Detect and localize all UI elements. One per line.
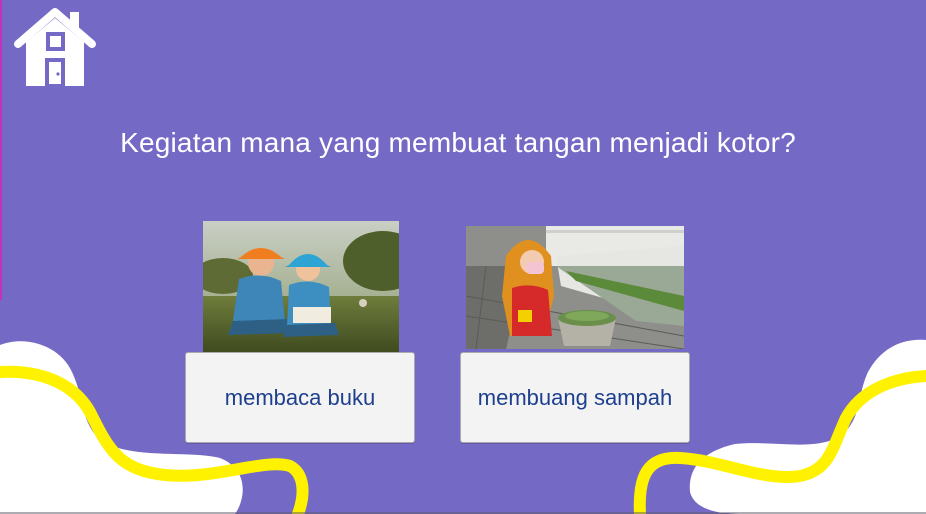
answer-button-membuang-sampah[interactable]: membuang sampah bbox=[460, 352, 690, 443]
children-reading-photo bbox=[203, 221, 399, 353]
home-button[interactable] bbox=[12, 6, 98, 90]
right-cloud bbox=[689, 339, 926, 514]
answer-label: membuang sampah bbox=[477, 384, 673, 410]
game-screen: Kegiatan mana yang membuat tangan menjad… bbox=[0, 0, 926, 514]
option-2-image[interactable] bbox=[466, 226, 684, 349]
option-1-image[interactable] bbox=[203, 221, 399, 353]
question-text: Kegiatan mana yang membuat tangan menjad… bbox=[120, 127, 796, 158]
home-icon bbox=[14, 8, 96, 88]
answer-button-membaca-buku[interactable]: membaca buku bbox=[185, 352, 415, 443]
answer-label: membaca buku bbox=[224, 384, 376, 410]
girl-with-trash-bin-photo bbox=[466, 226, 684, 349]
